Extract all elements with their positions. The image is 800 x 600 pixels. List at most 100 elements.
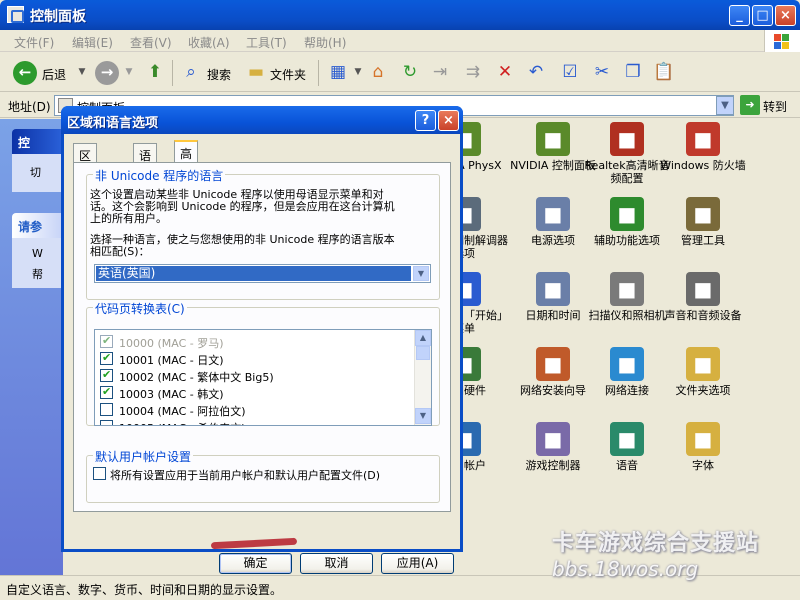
windows-logo-icon <box>764 30 800 54</box>
apply-all-users-label[interactable]: 将所有设置应用于当前用户帐户和默认用户配置文件(D) <box>110 467 380 483</box>
dialog-close-button[interactable]: × <box>438 110 459 131</box>
properties-icon[interactable]: ☑ <box>558 60 582 84</box>
default-user-group-title: 默认用户帐户设置 <box>93 448 194 465</box>
delete-icon[interactable]: ✕ <box>493 60 517 84</box>
control-panel-item[interactable]: ■ 语音 <box>583 422 671 472</box>
control-panel-item[interactable]: ■ 字体 <box>659 422 747 472</box>
back-button-label[interactable]: 后退 <box>42 66 66 83</box>
forward-arrow-icon[interactable]: → <box>95 61 119 85</box>
code-page-list[interactable]: 10000 (MAC - 罗马) 10001 (MAC - 日文) 10002 (M… <box>94 329 432 426</box>
scroll-up-icon[interactable]: ▲ <box>415 330 431 346</box>
code-page-checkbox[interactable] <box>100 403 113 416</box>
go-arrow-icon[interactable]: ➜ <box>740 95 760 115</box>
menu-help[interactable]: 帮助(H) <box>304 34 346 51</box>
chevron-down-icon[interactable]: ▼ <box>413 266 429 281</box>
folders-button-label[interactable]: 文件夹 <box>270 66 306 83</box>
control-panel-item-label: 辅助功能选项 <box>594 234 660 247</box>
menu-file[interactable]: 文件(F) <box>14 34 54 51</box>
search-icon[interactable]: ⌕ <box>179 60 203 84</box>
back-dropdown-icon[interactable]: ▼ <box>70 60 94 84</box>
code-page-label: 10004 (MAC - 阿拉伯文) <box>119 405 246 418</box>
control-panel-item[interactable]: ■ 辅助功能选项 <box>583 197 671 247</box>
forward-dropdown-icon[interactable]: ▼ <box>117 60 141 84</box>
apply-button[interactable]: 应用(A) <box>381 553 454 574</box>
folders-icon[interactable]: ▬ <box>244 60 268 84</box>
speaker-icon: ■ <box>610 122 644 156</box>
control-panel-item[interactable]: ■ 声音和音频设备 <box>659 272 747 322</box>
control-panel-item[interactable]: ■ 管理工具 <box>659 197 747 247</box>
cancel-button[interactable]: 取消 <box>300 553 373 574</box>
language-select[interactable]: 英语(英国) ▼ <box>94 264 431 283</box>
code-page-checkbox[interactable] <box>100 334 113 348</box>
tab-advanced[interactable]: 高级 <box>174 140 199 178</box>
search-button-label[interactable]: 搜索 <box>207 66 231 83</box>
scroll-thumb[interactable] <box>416 346 430 360</box>
control-panel-item[interactable]: ■ 扫描仪和照相机 <box>583 272 671 322</box>
language-prompt: 选择一种语言，使之与您想使用的非 Unicode 程序的语言版本 相匹配(S)： <box>90 234 395 258</box>
code-page-row[interactable]: 10003 (MAC - 韩文) <box>95 384 415 401</box>
ok-button[interactable]: 确定 <box>219 553 292 574</box>
code-page-checkbox[interactable] <box>100 368 113 382</box>
go-button-label[interactable]: 转到 <box>763 98 787 115</box>
tab-languages[interactable]: 语言 <box>133 143 158 180</box>
task-pane-header[interactable]: 控 <box>12 129 63 154</box>
title-bar[interactable]: 控制面板 _ □ × <box>0 0 800 30</box>
control-panel-item-label: Windows 防火墙 <box>660 159 746 172</box>
non-unicode-group-title: 非 Unicode 程序的语言 <box>93 167 226 184</box>
copy-icon[interactable]: ❐ <box>621 60 645 84</box>
undo-icon[interactable]: ↶ <box>524 60 548 84</box>
copy-to-icon[interactable]: ⇉ <box>461 60 485 84</box>
close-button[interactable]: × <box>775 5 796 26</box>
refresh-icon[interactable]: ↻ <box>398 60 422 84</box>
tab-regional-options[interactable]: 区域选项 <box>73 143 98 214</box>
see-also-header[interactable]: 请参 <box>12 213 63 238</box>
maximize-button[interactable]: □ <box>752 5 773 26</box>
scroll-down-icon[interactable]: ▼ <box>415 408 431 424</box>
folder-options-icon: ■ <box>686 347 720 381</box>
menu-tools[interactable]: 工具(T) <box>246 34 287 51</box>
code-page-label: 10001 (MAC - 日文) <box>119 354 224 367</box>
code-page-row[interactable]: 10001 (MAC - 日文) <box>95 350 415 367</box>
control-panel-item[interactable]: ■ 网络连接 <box>583 347 671 397</box>
menu-favorites[interactable]: 收藏(A) <box>188 34 230 51</box>
task-pane-header-label: 控 <box>18 136 31 150</box>
minimize-button[interactable]: _ <box>729 5 750 26</box>
code-page-checkbox[interactable] <box>100 351 113 365</box>
network-wizard-icon: ■ <box>536 347 570 381</box>
menu-view[interactable]: 查看(V) <box>130 34 172 51</box>
code-page-row[interactable]: 10004 (MAC - 阿拉伯文) <box>95 401 415 418</box>
move-to-icon[interactable]: ⇥ <box>428 60 452 84</box>
code-page-row[interactable]: 10005 (MAC - 希伯来文) <box>95 418 415 425</box>
dialog-help-button[interactable]: ? <box>415 110 436 131</box>
control-panel-item-label: 声音和音频设备 <box>664 309 742 322</box>
apply-all-users-checkbox[interactable] <box>93 467 106 480</box>
help-support-link[interactable]: 帮 <box>32 266 43 282</box>
selected-language[interactable]: 英语(英国) <box>96 266 411 281</box>
switch-view-link[interactable]: 切 <box>30 164 41 180</box>
control-panel-item[interactable]: ■ Windows 防火墙 <box>659 122 747 172</box>
list-scrollbar[interactable]: ▲ ▼ <box>414 330 431 425</box>
see-also-header-label: 请参 <box>18 220 43 234</box>
admin-tools-icon: ■ <box>686 197 720 231</box>
code-page-label: 10002 (MAC - 繁体中文 Big5) <box>119 371 274 384</box>
dialog-title-bar[interactable]: 区域和语言选项 ? × <box>61 106 463 134</box>
code-page-checkbox[interactable] <box>100 420 113 425</box>
menu-edit[interactable]: 编辑(E) <box>72 34 113 51</box>
clock-icon: ■ <box>536 272 570 306</box>
windows-update-link[interactable]: W <box>32 247 43 260</box>
code-page-row[interactable]: 10002 (MAC - 繁体中文 Big5) <box>95 367 415 384</box>
cut-icon[interactable]: ✂ <box>590 60 614 84</box>
status-text: 自定义语言、数字、货币、时间和日期的显示设置。 <box>6 583 283 597</box>
code-page-checkbox[interactable] <box>100 385 113 399</box>
control-panel-item[interactable]: ■ 文件夹选项 <box>659 347 747 397</box>
toolbar-separator <box>172 60 173 86</box>
up-folder-icon[interactable]: ⬆ <box>143 60 167 84</box>
back-arrow-icon[interactable]: ← <box>13 61 37 85</box>
paste-icon[interactable]: 📋 <box>652 60 676 84</box>
control-panel-item-label: 网络连接 <box>605 384 649 397</box>
accessibility-icon: ■ <box>610 197 644 231</box>
control-panel-item[interactable]: ■ Realtek高清晰音频配置 <box>583 122 671 185</box>
code-page-row[interactable]: 10000 (MAC - 罗马) <box>95 333 415 350</box>
address-dropdown-button[interactable]: ▼ <box>716 96 734 115</box>
home-icon[interactable]: ⌂ <box>366 60 390 84</box>
